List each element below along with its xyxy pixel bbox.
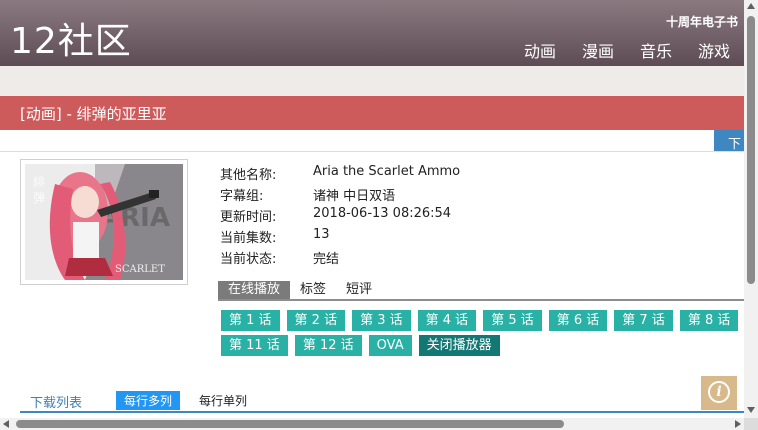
- episode-button[interactable]: 第 11 话: [221, 335, 288, 356]
- info-row-episode-count: 当前集数: 13: [220, 227, 460, 248]
- info-icon: i: [708, 381, 730, 403]
- single-column-toggle[interactable]: 每行单列: [199, 392, 247, 409]
- download-list-bar: 下载列表 每行多列 每行单列: [20, 389, 744, 413]
- scrollbar-corner: [744, 418, 758, 430]
- vertical-scroll-thumb[interactable]: [747, 16, 755, 284]
- close-player-button[interactable]: 关闭播放器: [418, 335, 500, 356]
- nav-item-games[interactable]: 游戏: [698, 38, 730, 62]
- episode-button[interactable]: 第 2 话: [286, 310, 346, 331]
- vertical-scrollbar[interactable]: [744, 0, 758, 418]
- nav-item-music[interactable]: 音乐: [640, 38, 672, 62]
- header-spacer: [0, 66, 744, 96]
- episode-button[interactable]: 第 4 话: [417, 310, 477, 331]
- tab-online-play[interactable]: 在线播放: [218, 281, 291, 299]
- episode-button[interactable]: 第 12 话: [294, 335, 362, 356]
- info-label: 当前集数:: [220, 231, 277, 246]
- episode-row: 第 1 话 第 2 话 第 3 话 第 4 话 第 5 话 第 6 话 第 7 …: [221, 310, 744, 331]
- info-row-subtitle-group: 字幕组: 诸神 中日双语: [220, 185, 460, 206]
- episode-button[interactable]: 第 5 话: [483, 310, 542, 331]
- horizontal-scrollbar[interactable]: [0, 418, 744, 430]
- scroll-up-arrow-icon[interactable]: [747, 3, 755, 9]
- multi-column-toggle[interactable]: 每行多列: [116, 391, 181, 410]
- download-list-title: 下载列表: [30, 396, 83, 411]
- title-bar: [动画] - 绯弹的亚里亚: [0, 96, 744, 130]
- episode-button[interactable]: 第 7 话: [614, 310, 673, 331]
- anime-cover-image: ARIA 緋 弾 SCARLET: [25, 164, 183, 280]
- page-title: [动画] - 绯弹的亚里亚: [20, 105, 167, 123]
- info-value: 13: [313, 227, 330, 242]
- info-label: 字幕组:: [220, 189, 264, 204]
- scroll-left-arrow-icon[interactable]: [3, 420, 9, 428]
- anime-info: 其他名称: Aria the Scarlet Ammo 字幕组: 诸神 中日双语…: [220, 164, 460, 269]
- site-header: 12社区 十周年电子书 动画 漫画 音乐 游戏: [0, 0, 744, 66]
- info-value: 2018-06-13 08:26:54: [313, 206, 452, 221]
- svg-text:緋: 緋: [33, 174, 45, 189]
- info-label: 当前状态:: [220, 252, 277, 267]
- episode-button[interactable]: 第 1 话: [221, 310, 280, 331]
- info-value: Aria the Scarlet Ammo: [313, 164, 461, 179]
- info-label: 更新时间:: [220, 210, 277, 225]
- divider: [0, 151, 744, 152]
- cover-image-frame: ARIA 緋 弾 SCARLET: [20, 159, 188, 285]
- episode-button[interactable]: 第 3 话: [352, 310, 411, 331]
- episode-button-ova[interactable]: OVA: [368, 335, 412, 356]
- info-row-update-time: 更新时间: 2018-06-13 08:26:54: [220, 206, 460, 227]
- info-button[interactable]: i: [701, 376, 737, 410]
- download-tab[interactable]: 下: [714, 130, 744, 152]
- tab-tags[interactable]: 标签: [290, 281, 336, 299]
- scroll-right-arrow-icon[interactable]: [735, 420, 741, 428]
- scroll-down-arrow-icon[interactable]: [747, 407, 755, 413]
- info-label: 其他名称:: [220, 168, 277, 183]
- anniversary-ebook-link[interactable]: 十周年电子书: [666, 13, 738, 30]
- detail-tabs: 在线播放 标签 短评: [218, 281, 744, 301]
- svg-text:弾: 弾: [33, 191, 45, 205]
- nav-item-anime[interactable]: 动画: [524, 38, 556, 62]
- episode-list: 第 1 话 第 2 话 第 3 话 第 4 话 第 5 话 第 6 话 第 7 …: [221, 310, 744, 360]
- nav-item-manga[interactable]: 漫画: [582, 38, 614, 62]
- svg-text:SCARLET: SCARLET: [115, 264, 165, 275]
- horizontal-scroll-thumb[interactable]: [16, 420, 564, 428]
- info-value: 诸神 中日双语: [313, 189, 396, 204]
- info-row-other-names: 其他名称: Aria the Scarlet Ammo: [220, 164, 460, 185]
- cover-image: ARIA 緋 弾 SCARLET: [25, 164, 183, 280]
- info-value: 完结: [313, 252, 340, 267]
- episode-button[interactable]: 第 8 话: [679, 310, 739, 331]
- info-row-status: 当前状态: 完结: [220, 248, 460, 269]
- main-nav: 动画 漫画 音乐 游戏: [524, 38, 730, 62]
- site-logo[interactable]: 12社区: [10, 12, 132, 64]
- episode-row: 第 11 话 第 12 话 OVA 关闭播放器: [221, 335, 744, 356]
- episode-button[interactable]: 第 6 话: [548, 310, 608, 331]
- tab-short-reviews[interactable]: 短评: [336, 281, 382, 299]
